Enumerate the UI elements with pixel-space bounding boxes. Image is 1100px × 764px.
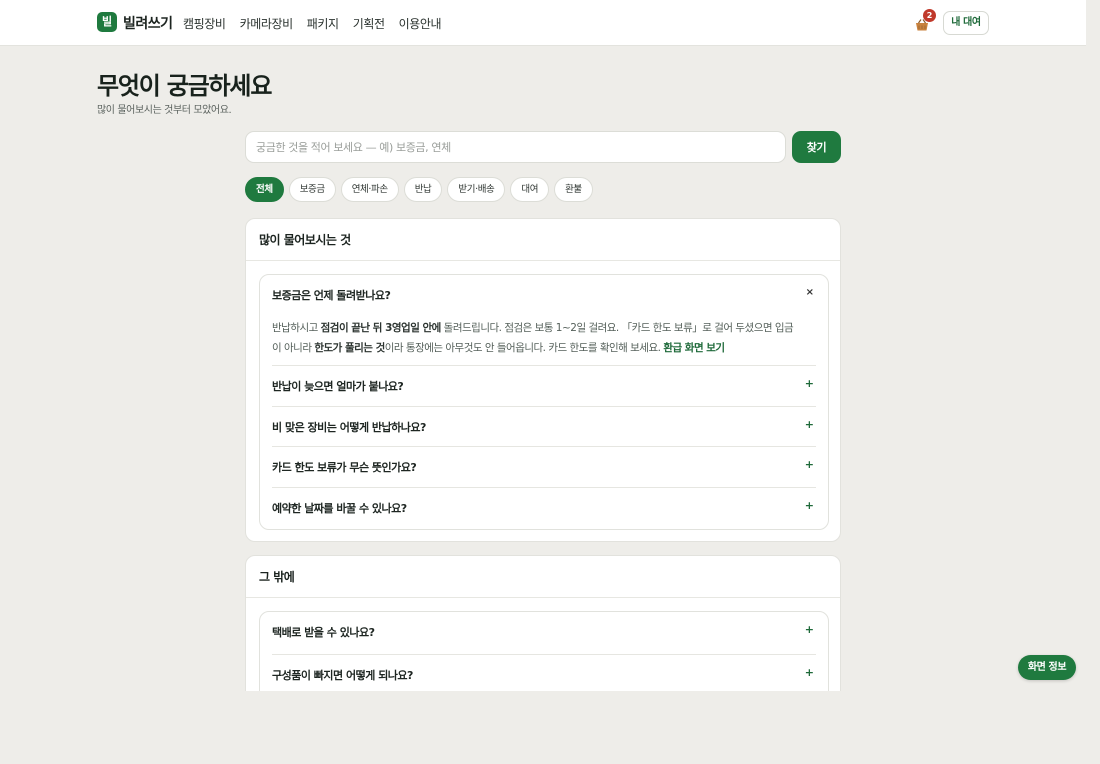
section-title: 많이 물어보시는 것 — [246, 219, 840, 261]
plus-icon[interactable]: + — [805, 499, 814, 512]
chip-overdue-damage[interactable]: 연체·파손 — [340, 177, 399, 202]
section-title: 그 밖에 — [246, 556, 840, 598]
chip-all[interactable]: 전체 — [245, 177, 284, 202]
faq-question[interactable]: 비 맞은 장비는 어떻게 반납하나요? — [272, 419, 426, 435]
faq-question[interactable]: 택배로 받을 수 있나요? — [272, 624, 375, 640]
faq-item[interactable]: 카드 한도 보류가 무슨 뜻인가요? + — [272, 447, 816, 488]
search-button[interactable]: 찾기 — [792, 131, 841, 163]
logo-text[interactable]: 빌려쓰기 — [123, 13, 173, 33]
viewport-bottom-mask — [0, 691, 1100, 764]
faq-answer: 반납하시고 점검이 끝난 뒤 3영업일 안에 돌려드립니다. 점검은 보통 1~… — [272, 318, 802, 358]
chip-refund[interactable]: 환불 — [554, 177, 593, 202]
plus-icon[interactable]: + — [805, 623, 814, 636]
answer-text: 이라 통장에는 아무것도 안 들어옵니다. 카드 한도를 확인해 보세요. — [384, 342, 664, 354]
chip-rental[interactable]: 대여 — [510, 177, 550, 202]
cart-count-badge: 2 — [923, 9, 936, 22]
plus-icon[interactable]: + — [805, 458, 814, 471]
faq-question[interactable]: 구성품이 빠지면 어떻게 되나요? — [272, 667, 413, 683]
faq-list: 보증금은 언제 돌려받나요? × 반납하시고 점검이 끝난 뒤 3영업일 안에 … — [259, 274, 829, 530]
search-input[interactable] — [245, 131, 786, 163]
page-title: 무엇이 궁금하세요 — [97, 72, 272, 100]
cart-button[interactable]: 2 — [913, 9, 937, 34]
my-rental-button[interactable]: 내 대여 — [943, 11, 989, 35]
faq-item-expanded[interactable]: 보증금은 언제 돌려받나요? × 반납하시고 점검이 끝난 뒤 3영업일 안에 … — [272, 275, 816, 366]
main-nav: 캠핑장비 카메라장비 패키지 기획전 이용안내 — [183, 15, 442, 32]
plus-icon[interactable]: + — [805, 418, 814, 431]
answer-emphasis: 한도가 풀리는 것 — [314, 342, 385, 354]
chip-delivery[interactable]: 받기·배송 — [447, 177, 506, 202]
faq-question[interactable]: 반납이 늦으면 얼마가 붙나요? — [272, 378, 404, 394]
plus-icon[interactable]: + — [805, 377, 814, 390]
close-icon[interactable]: × — [806, 287, 814, 298]
faq-item[interactable]: 예약한 날짜를 바꿀 수 있나요? + — [272, 488, 816, 529]
faq-section-popular: 많이 물어보시는 것 보증금은 언제 돌려받나요? × 반납하시고 점검이 끝난… — [245, 218, 841, 542]
nav-item-special[interactable]: 기획전 — [353, 15, 385, 32]
faq-item[interactable]: 비 맞은 장비는 어떻게 반납하나요? + — [272, 407, 816, 447]
nav-item-camera[interactable]: 카메라장비 — [240, 15, 294, 32]
screen-info-button[interactable]: 화면 정보 — [1018, 655, 1076, 680]
answer-text: 반납하시고 — [272, 322, 321, 334]
page-subtitle: 많이 물어보시는 것부터 모았어요. — [97, 105, 232, 116]
answer-emphasis: 점검이 끝난 뒤 3영업일 안에 — [320, 322, 442, 334]
faq-question[interactable]: 예약한 날짜를 바꿀 수 있나요? — [272, 500, 407, 516]
logo-icon[interactable]: 빌 — [97, 12, 117, 32]
faq-item[interactable]: 반납이 늦으면 얼마가 붙나요? + — [272, 366, 816, 407]
plus-icon[interactable]: + — [805, 666, 814, 679]
nav-item-guide[interactable]: 이용안내 — [399, 15, 442, 32]
chip-deposit[interactable]: 보증금 — [288, 177, 336, 202]
faq-question[interactable]: 카드 한도 보류가 무슨 뜻인가요? — [272, 459, 417, 475]
chip-return[interactable]: 반납 — [403, 177, 443, 202]
faq-item[interactable]: 구성품이 빠지면 어떻게 되나요? + — [272, 655, 816, 695]
faq-question[interactable]: 보증금은 언제 돌려받나요? — [272, 287, 391, 303]
top-nav-bar: 빌 빌려쓰기 캠핑장비 카메라장비 패키지 기획전 이용안내 2 내 대여 — [0, 0, 1086, 46]
nav-item-camping[interactable]: 캠핑장비 — [183, 15, 226, 32]
refund-screen-link[interactable]: 환급 화면 보기 — [663, 342, 725, 354]
nav-item-package[interactable]: 패키지 — [307, 15, 339, 32]
category-filter: 전체 보증금 연체·파손 반납 받기·배송 대여 환불 — [245, 177, 593, 202]
faq-item[interactable]: 택배로 받을 수 있나요? + — [272, 612, 816, 655]
